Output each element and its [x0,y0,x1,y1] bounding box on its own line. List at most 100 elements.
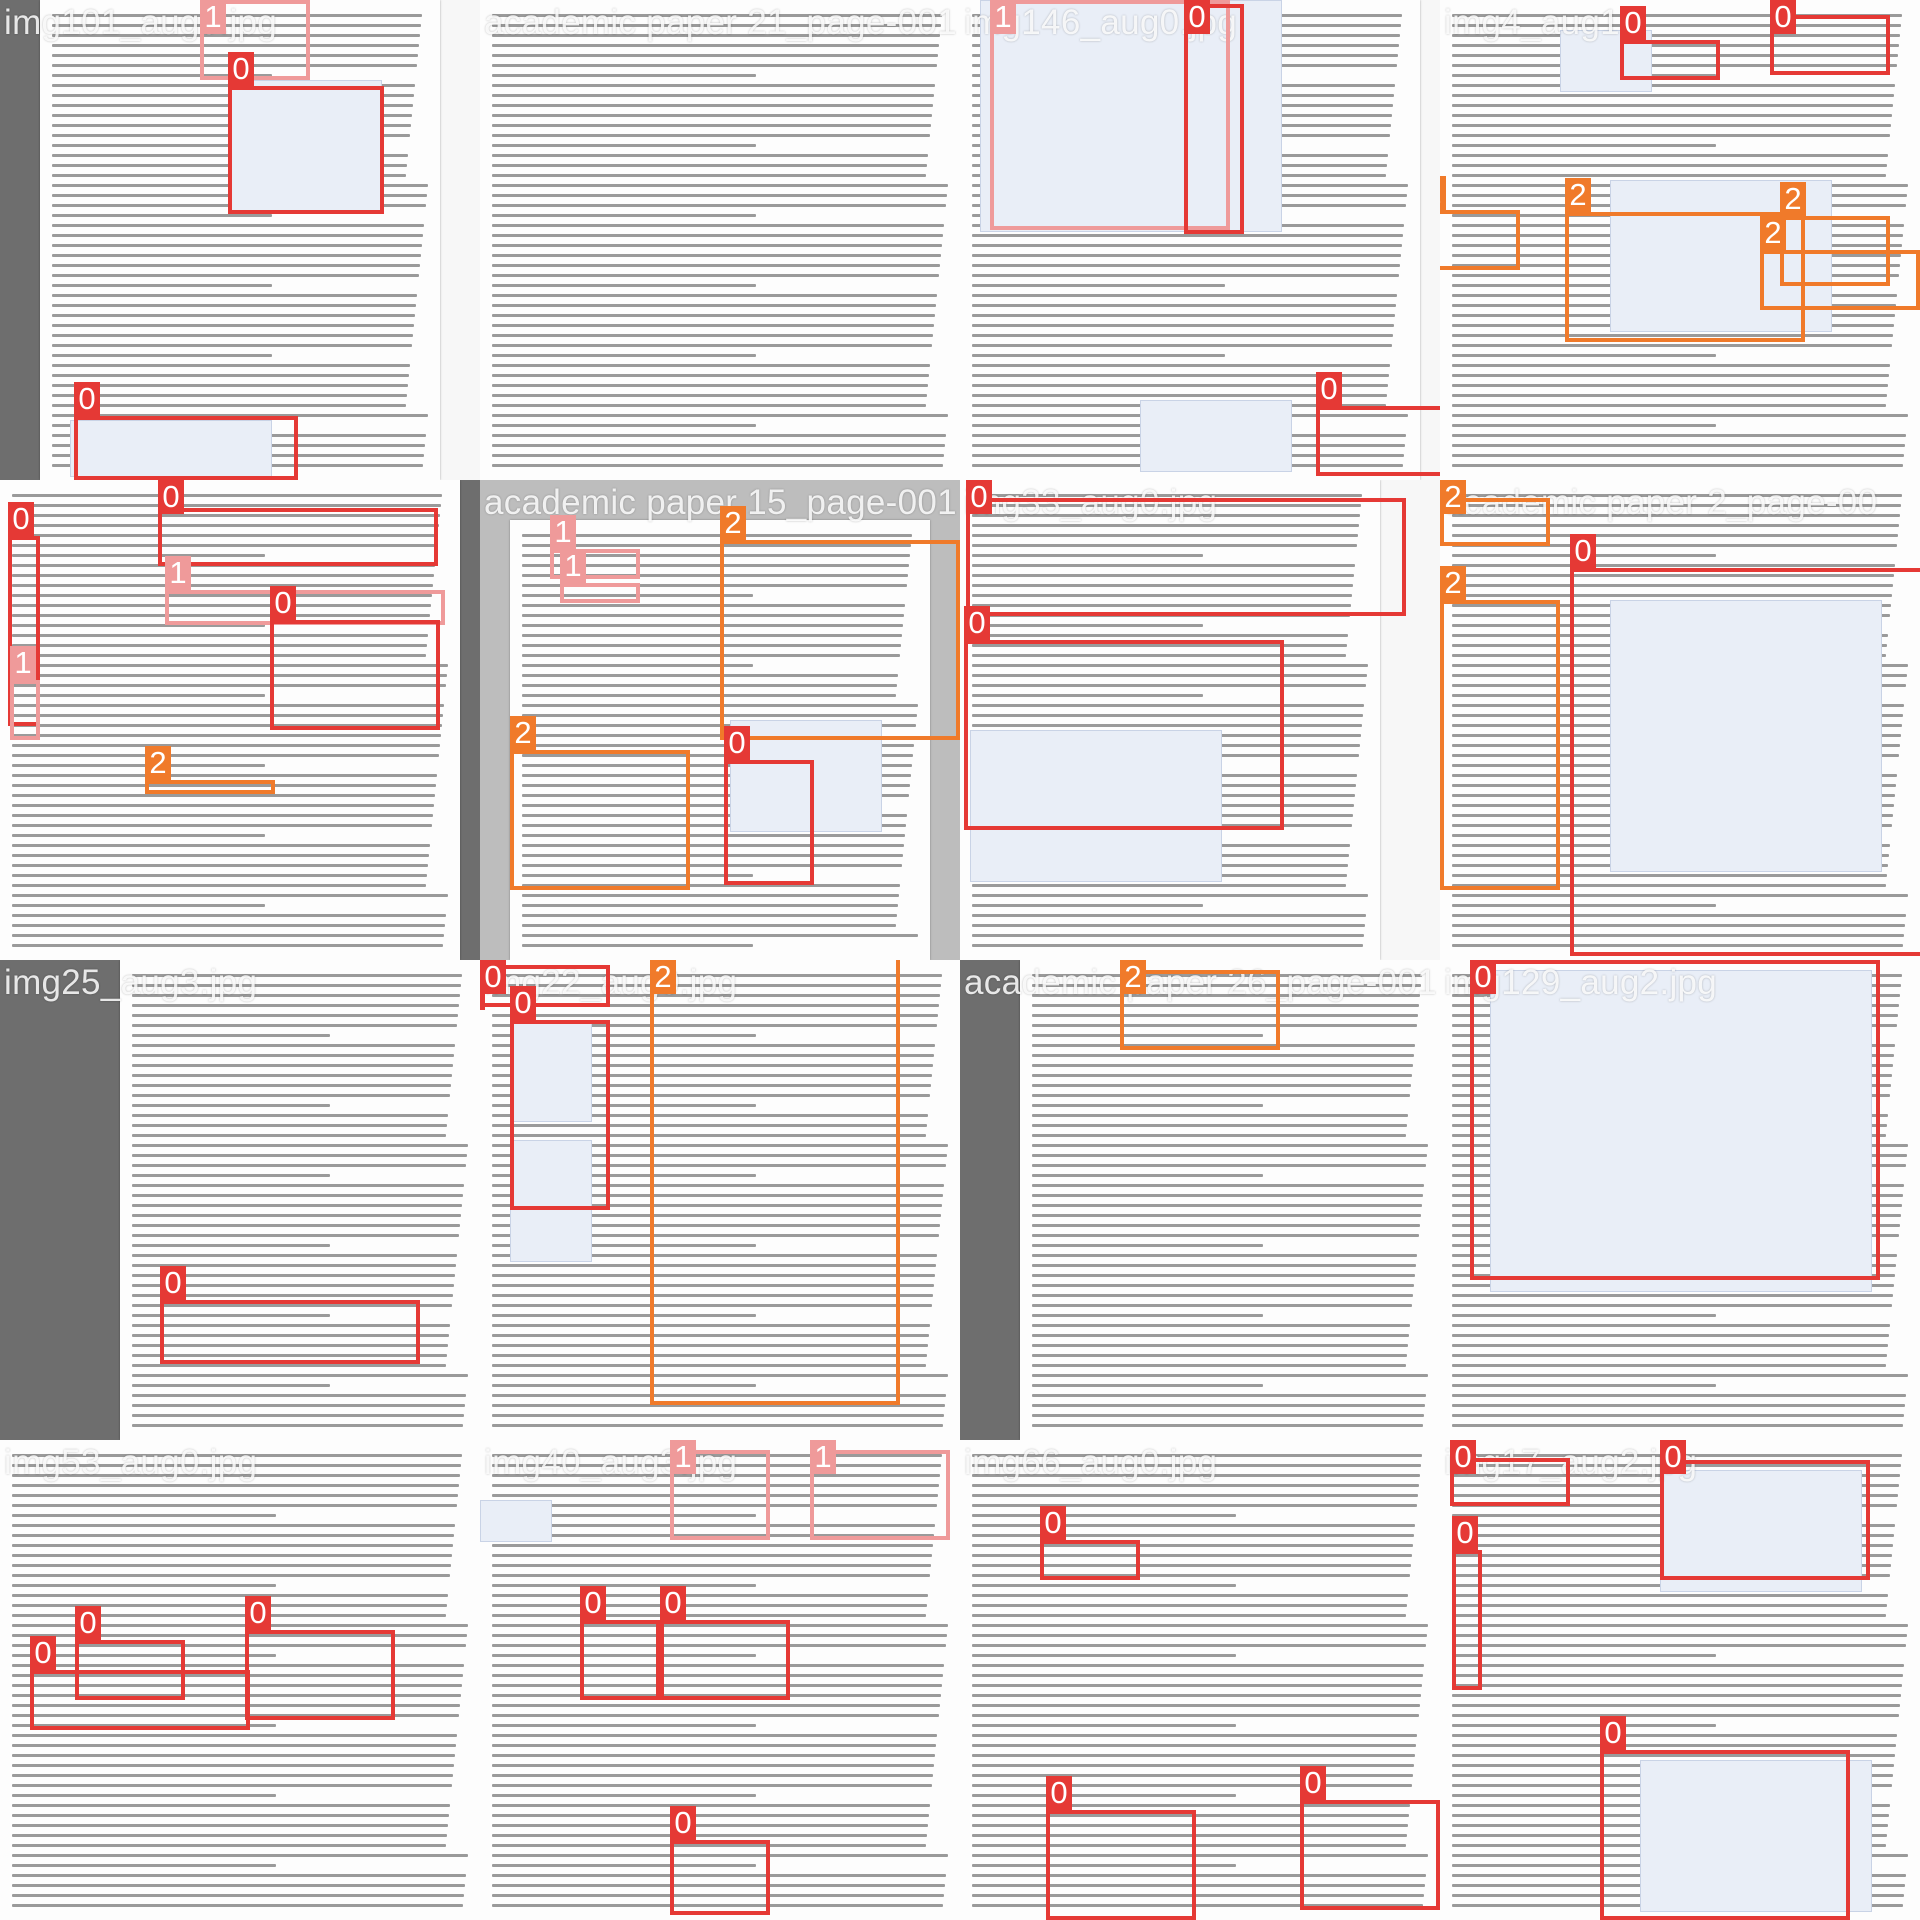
text-line [492,1834,927,1837]
text-line [492,94,934,97]
text-line [12,914,446,917]
text-line [972,1704,1420,1707]
text-line [12,1734,457,1737]
bounding-box [650,960,900,1405]
bounding-box [1440,600,1560,890]
text-line [492,1814,929,1817]
text-line [52,294,417,297]
mosaic-tile: img53_aug0.jpg 0 0 0 [0,1440,480,1920]
mosaic-tile: img129_aug2.jpg 0 [1440,960,1920,1440]
text-line [1032,1374,1428,1377]
text-line [1452,1654,1716,1657]
text-line [492,1724,756,1727]
tile-filename-caption: img4_aug1 [1444,3,1620,42]
text-line [522,944,753,947]
text-line [52,274,419,277]
text-line [1452,1364,1886,1367]
bounding-box [1440,210,1520,270]
text-line [1452,174,1886,177]
class-label-tag: 1 [810,1440,836,1474]
text-line [52,364,410,367]
text-line [1452,1714,1899,1717]
text-line [52,284,272,287]
text-line [492,1574,930,1577]
text-line [1452,1304,1892,1307]
class-label-tag: 2 [510,716,536,750]
text-line [492,64,937,67]
text-line [1032,1094,1410,1097]
text-line [12,1784,452,1787]
bounding-box [660,1620,790,1700]
bounding-box [724,760,814,885]
bounding-box [1452,1550,1482,1690]
text-line [972,914,1366,917]
text-line [12,1874,466,1877]
text-line [132,1034,330,1037]
class-label-tag: 0 [1660,1440,1686,1474]
text-line [972,304,1396,307]
document-page-scan [480,0,960,480]
text-line [1032,1414,1424,1417]
mosaic-tile: img146_aug0.jpg 1 0 0 [960,0,1440,480]
text-line [1032,1194,1423,1197]
text-line [1032,1314,1263,1317]
text-line [12,694,265,697]
text-line [1032,1164,1426,1167]
text-line [492,444,945,447]
text-line [132,1124,447,1127]
text-line [52,374,409,377]
text-line [1452,404,1886,407]
text-line [492,1584,756,1587]
class-label-tag: 0 [30,1636,56,1670]
class-label-tag: 1 [10,646,36,680]
tile-gutter [460,480,480,960]
text-line [492,1604,927,1607]
text-line [522,664,753,667]
text-line [972,284,1225,287]
text-line [492,434,946,437]
mosaic-tile: img17_aug2.jpg 0 0 0 0 [1440,1440,1920,1920]
text-line [12,1554,452,1557]
text-line [492,134,930,137]
text-line [492,344,932,347]
text-line [1452,1744,1896,1747]
text-line [1452,1314,1716,1317]
class-label-tag: 2 [1440,480,1466,514]
text-line [12,1834,447,1837]
text-line [492,284,756,287]
text-line [492,424,756,427]
text-line [12,1864,276,1867]
text-line [972,1614,1406,1617]
class-label-tag: 0 [1184,0,1210,34]
class-label-tag: 0 [510,986,536,1020]
bounding-box [160,1300,420,1364]
class-label-tag: 1 [560,549,586,583]
class-label-tag: 0 [964,606,990,640]
text-line [52,394,407,397]
text-line [132,1094,450,1097]
text-line [492,1414,944,1417]
text-line [12,1804,450,1807]
text-line [972,1654,1236,1657]
text-line [132,1154,467,1157]
tile-gutter [960,960,1020,1440]
text-line [492,124,931,127]
text-line [52,404,406,407]
text-line [1452,1414,1904,1417]
class-label-tag: 0 [1770,0,1796,34]
bounding-box [1620,40,1720,80]
text-line [132,1004,459,1007]
text-line [492,414,948,417]
text-line [1452,394,1887,397]
bounding-box [74,416,298,480]
text-line [12,1814,449,1817]
text-line [972,244,1402,247]
class-label-tag: 0 [158,480,184,514]
text-line [12,924,445,927]
text-line [492,1824,928,1827]
bounding-box [1660,1460,1870,1580]
text-line [492,334,933,337]
mosaic-tile: academic paper 2_page-00 2 2 0 [1440,480,1920,960]
text-line [52,334,413,337]
class-label-tag: 0 [1452,1516,1478,1550]
